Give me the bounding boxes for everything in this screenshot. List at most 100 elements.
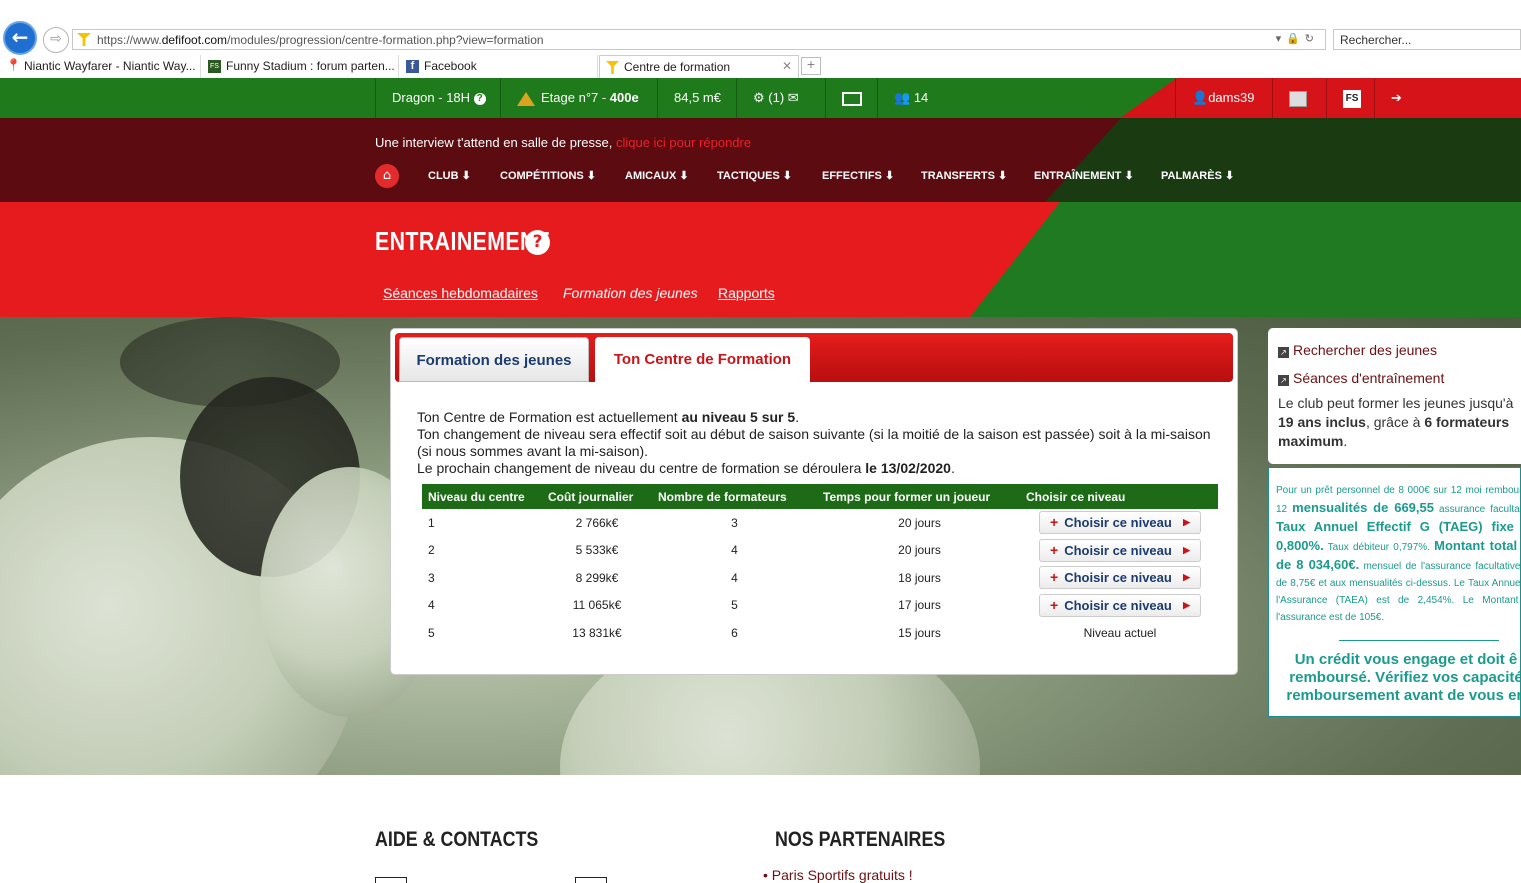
browser-tab-active[interactable]: Centre de formation ✕ (599, 55, 799, 78)
choose-level-button[interactable]: + Choisir ce niveau ▶ (1039, 593, 1201, 617)
site-favicon-icon (77, 33, 91, 46)
footer-box (375, 877, 407, 883)
menu-competitions[interactable]: COMPÉTITIONS ⬇ (500, 169, 596, 182)
interview-notice: Une interview t'attend en salle de press… (375, 135, 752, 150)
menu-palmares[interactable]: PALMARÈS ⬇ (1161, 169, 1234, 182)
envelope-icon[interactable]: ✉ (788, 90, 799, 105)
browser-tab[interactable]: FS Funny Stadium : forum parten... (202, 55, 399, 78)
browser-chrome: ← ⇨ https://www.defifoot.com/modules/pro… (0, 0, 1521, 78)
levels-table: Niveau du centre Coût journalier Nombre … (422, 484, 1218, 647)
ad-divider (1339, 640, 1499, 641)
page-title: ENTRAINEMENT (375, 226, 550, 256)
current-level-label: Niveau actuel (1083, 625, 1157, 640)
close-tab-icon[interactable]: ✕ (782, 59, 792, 73)
cell-formateurs: 4 (731, 570, 738, 585)
cell-choix: + Choisir ce niveau ▶ (1022, 509, 1218, 537)
center-description: Ton Centre de Formation est actuellement… (417, 409, 1211, 476)
table-header-row: Niveau du centre Coût journalier Nombre … (422, 484, 1218, 509)
table-row: 5 13 831k€ 6 15 jours Niveau actuel (422, 619, 1218, 647)
address-bar[interactable]: https://www.defifoot.com/modules/progres… (72, 29, 1326, 50)
choose-level-button[interactable]: + Choisir ce niveau ▶ (1039, 566, 1201, 590)
home-icon[interactable]: ⌂ (375, 164, 399, 188)
help-icon[interactable]: ? (525, 230, 550, 255)
cell-cout: 13 831k€ (572, 625, 622, 640)
plus-icon: + (1050, 541, 1059, 558)
browser-tab[interactable]: f Facebook (400, 55, 598, 78)
arrow-right-icon: ▶ (1183, 572, 1190, 583)
logout-button[interactable]: ➔ (1374, 78, 1418, 118)
partner-link[interactable]: • Paris Sportifs gratuits ! (763, 867, 913, 883)
menu-club[interactable]: CLUB ⬇ (428, 169, 471, 182)
cell-niveau: 3 (428, 570, 435, 585)
etage-info[interactable]: Etage n°7 - 400e (500, 78, 655, 118)
user-icon: 👤 (1192, 90, 1209, 105)
url-tools-icons[interactable]: ▾🔒↻ (1276, 32, 1319, 45)
site-header: Une interview t'attend en salle de press… (0, 118, 1521, 202)
map-pin-icon: 📍 (6, 58, 21, 72)
cell-cout: 5 533k€ (575, 543, 619, 558)
help-icon[interactable]: ? (473, 92, 486, 105)
youth-side-panel: ↗ Rechercher des jeunes ↗ Séances d'entraî… (1268, 328, 1521, 464)
notifications[interactable]: ⚙ (1) ✉ (736, 78, 815, 118)
arrow-right-icon: ▶ (1183, 517, 1190, 528)
cell-cout: 2 766k€ (575, 515, 619, 530)
cell-cout: 11 065k€ (572, 598, 622, 613)
tab-centre-formation[interactable]: Ton Centre de Formation (595, 337, 810, 382)
defifoot-icon (606, 61, 619, 74)
title-band: ENTRAINEMENT ? Séances hebdomadaires For… (0, 202, 1521, 317)
cell-formateurs: 3 (731, 515, 738, 530)
pyramid-icon (517, 91, 535, 106)
external-link-icon: ↗ (1278, 347, 1289, 358)
user-menu[interactable]: 👤dams39 (1175, 78, 1270, 118)
column-header: Choisir ce niveau (1022, 484, 1218, 509)
stadium-icon (1289, 90, 1307, 107)
budget-info[interactable]: 84,5 m€ (657, 78, 737, 118)
plus-icon: + (1050, 596, 1059, 613)
arrow-right-icon: ▶ (1183, 599, 1190, 610)
newspaper-icon (842, 91, 862, 106)
menu-transferts[interactable]: TRANSFERTS ⬇ (921, 169, 1007, 182)
team-info[interactable]: Dragon - 18H ? (375, 78, 502, 118)
back-arrow-icon[interactable]: ← (3, 21, 37, 55)
search-youth-link[interactable]: ↗ Rechercher des jeunes (1278, 342, 1437, 358)
fs-button[interactable]: FS (1326, 78, 1377, 118)
choose-level-button[interactable]: + Choisir ce niveau ▶ (1039, 538, 1201, 562)
cell-temps: 18 jours (898, 570, 941, 585)
stadium-button[interactable] (1272, 78, 1323, 118)
credit-advertisement[interactable]: Pour un prêt personnel de 8 000€ sur 12 … (1268, 467, 1521, 717)
cell-temps: 17 jours (898, 598, 941, 613)
top-status-bar: Dragon - 18H ? Etage n°7 - 400e 84,5 m€ … (0, 78, 1521, 118)
browser-tab[interactable]: 📍 Niantic Wayfarer - Niantic Way... (0, 55, 201, 78)
users-icon: 👥 (894, 90, 911, 105)
external-link-icon: ↗ (1278, 375, 1289, 386)
cell-niveau: 2 (428, 543, 435, 558)
tab-formation-jeunes[interactable]: Formation des jeunes (399, 337, 589, 382)
new-tab-button[interactable]: + (801, 57, 821, 75)
ad-legal-text: Pour un prêt personnel de 8 000€ sur 12 … (1276, 485, 1521, 623)
interview-link[interactable]: clique ici pour répondre (616, 135, 751, 150)
menu-effectifs[interactable]: EFFECTIFS ⬇ (822, 169, 894, 182)
choose-level-button[interactable]: + Choisir ce niveau ▶ (1039, 511, 1201, 535)
menu-tactiques[interactable]: TACTIQUES ⬇ (717, 169, 792, 182)
browser-search-input[interactable]: Rechercher... (1333, 29, 1521, 50)
column-header: Nombre de formateurs (652, 484, 817, 509)
subnav-rapports[interactable]: Rapports (718, 285, 775, 301)
forward-arrow-icon[interactable]: ⇨ (43, 27, 69, 53)
plus-icon: + (1050, 569, 1059, 586)
menu-entrainement[interactable]: ENTRAÎNEMENT ⬇ (1034, 169, 1134, 182)
subnav-formation[interactable]: Formation des jeunes (563, 285, 698, 301)
youth-info-text: Le club peut former les jeunes jusqu'à 1… (1278, 395, 1514, 449)
cell-temps: 20 jours (898, 515, 941, 530)
cell-choix: + Choisir ce niveau ▶ (1022, 592, 1218, 620)
training-sessions-link[interactable]: ↗ Séances d'entraînement (1278, 370, 1444, 386)
menu-amicaux[interactable]: AMICAUX ⬇ (625, 169, 689, 182)
subnav-seances[interactable]: Séances hebdomadaires (383, 285, 538, 301)
cell-cout: 8 299k€ (575, 570, 619, 585)
footer-help-title: AIDE & CONTACTS (375, 828, 539, 851)
cell-niveau: 1 (428, 515, 435, 530)
members-info[interactable]: 👥 14 (877, 78, 944, 118)
newspaper-button[interactable] (825, 78, 878, 118)
column-header: Temps pour former un joueur (817, 484, 1022, 509)
footer-partners-title: NOS PARTENAIRES (775, 828, 946, 851)
table-row: 1 2 766k€ 3 20 jours + Choisir ce niveau ▶ (422, 509, 1218, 537)
